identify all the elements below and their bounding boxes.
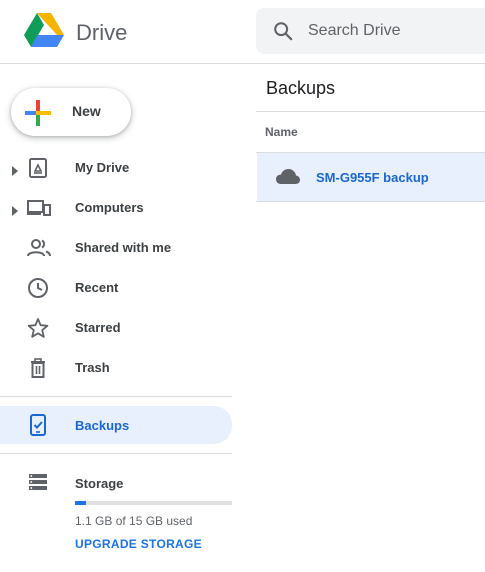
search-box[interactable] xyxy=(256,8,485,54)
file-name: SM-G955F backup xyxy=(316,170,429,185)
sidebar-item-trash[interactable]: Trash xyxy=(0,350,232,386)
sidebar-item-label: Shared with me xyxy=(75,240,172,255)
cloud-icon xyxy=(275,167,301,187)
table-row[interactable]: SM-G955F backup xyxy=(257,153,485,201)
storage-usage-fill xyxy=(75,501,87,505)
sidebar-item-recent[interactable]: Recent xyxy=(0,270,232,306)
sidebar-divider xyxy=(0,396,232,397)
new-button[interactable]: New xyxy=(11,88,131,136)
sidebar-item-label: My Drive xyxy=(75,160,130,175)
drive-logo-icon[interactable] xyxy=(24,12,64,50)
sidebar-item-computers[interactable]: Computers xyxy=(0,190,232,226)
app-brand: Drive xyxy=(76,20,128,45)
column-header-name[interactable]: Name xyxy=(265,125,298,139)
sidebar-item-backups[interactable]: Backups xyxy=(0,406,232,444)
expand-caret-icon[interactable] xyxy=(11,163,19,176)
sidebar-item-label: Computers xyxy=(75,200,144,215)
star-icon xyxy=(27,317,49,339)
my-drive-icon xyxy=(27,157,49,179)
search-icon[interactable] xyxy=(272,20,294,42)
storage-usage-bar xyxy=(75,501,232,505)
trash-icon xyxy=(27,357,49,379)
sidebar-item-label: Trash xyxy=(75,360,110,375)
sidebar-divider xyxy=(0,453,232,454)
app-header: Drive xyxy=(0,0,485,64)
sidebar-item-label: Recent xyxy=(75,280,119,295)
storage-icon xyxy=(27,471,49,493)
sidebar-item-my-drive[interactable]: My Drive xyxy=(0,150,232,186)
storage-usage-text: 1.1 GB of 15 GB used xyxy=(75,514,193,528)
sidebar-item-label: Starred xyxy=(75,320,121,335)
row-divider xyxy=(256,201,485,202)
title-divider xyxy=(256,111,485,112)
plus-icon xyxy=(25,100,51,126)
clock-icon xyxy=(27,277,49,299)
sidebar-item-shared-with-me[interactable]: Shared with me xyxy=(0,230,232,266)
upgrade-storage-link[interactable]: UPGRADE STORAGE xyxy=(75,537,202,551)
new-button-label: New xyxy=(72,103,101,119)
storage-label: Storage xyxy=(75,476,124,491)
sidebar-item-starred[interactable]: Starred xyxy=(0,310,232,346)
backup-icon xyxy=(27,414,49,436)
sidebar-item-label: Backups xyxy=(75,418,130,433)
page-title: Backups xyxy=(266,78,336,98)
shared-icon xyxy=(27,237,51,259)
search-input[interactable] xyxy=(308,20,478,42)
computers-icon xyxy=(27,197,51,219)
expand-caret-icon[interactable] xyxy=(11,203,19,216)
